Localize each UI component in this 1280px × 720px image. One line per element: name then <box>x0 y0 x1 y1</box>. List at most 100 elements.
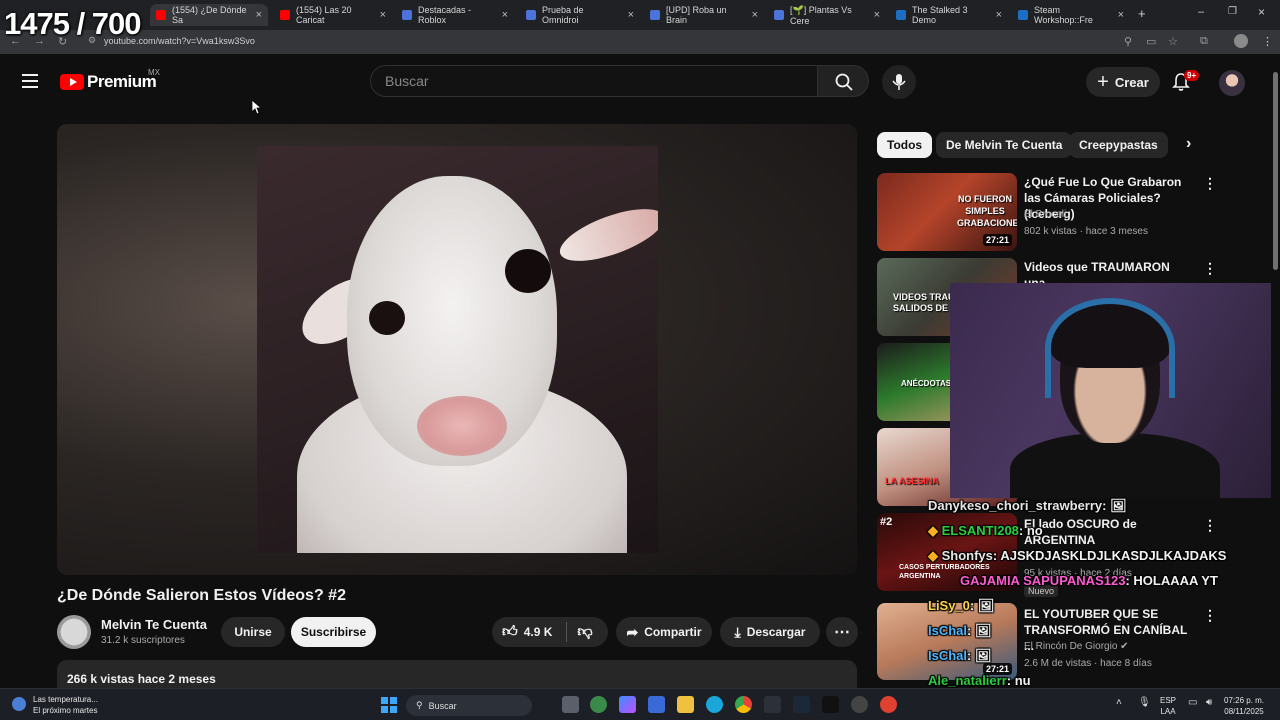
close-tab-icon[interactable]: × <box>256 9 262 21</box>
rec-thumbnail[interactable]: 27:21 <box>877 603 1017 680</box>
weather-line: Las temperatura... <box>33 695 98 704</box>
windows-taskbar: Las temperatura... El próximo martes ⚲ B… <box>0 688 1280 720</box>
copilot-icon[interactable] <box>619 696 636 713</box>
video-player[interactable] <box>57 124 857 575</box>
microphone-icon[interactable]: 🎙︎ <box>1138 697 1151 708</box>
goat-eye <box>505 249 551 293</box>
channel-name[interactable]: Melvin Te Cuenta <box>101 617 207 632</box>
task-view-icon[interactable] <box>562 696 579 713</box>
verified-icon: ✔ <box>1120 641 1129 652</box>
volume-icon[interactable]: 🔊︎ <box>1206 697 1212 708</box>
zoom-icon[interactable]: ⚲ <box>1124 35 1132 48</box>
thumb-text: LA ASESINA <box>885 476 939 486</box>
tab-roblox[interactable]: Destacadas - Roblox × <box>396 4 514 26</box>
tab-current-video[interactable]: (1554) ¿De Dónde Sa × <box>150 4 268 26</box>
close-tab-icon[interactable]: × <box>752 9 758 21</box>
channel-avatar[interactable] <box>57 615 91 649</box>
divider <box>566 622 568 642</box>
thumbs-down-icon[interactable]: 👎︎ <box>577 623 592 641</box>
taskbar-search[interactable]: ⚲ Buscar <box>406 695 532 716</box>
headphones-icon <box>1045 298 1175 398</box>
terminal-icon[interactable] <box>764 696 781 713</box>
app-icon[interactable] <box>590 696 607 713</box>
tab-plantas[interactable]: [🌱] Plantas Vs Cere × <box>768 4 886 26</box>
mouse-cursor-icon <box>252 100 262 115</box>
create-button[interactable]: + Crear <box>1086 67 1160 97</box>
close-tab-icon[interactable]: × <box>628 9 634 21</box>
user-avatar[interactable] <box>1219 70 1245 96</box>
close-tab-icon[interactable]: × <box>1118 9 1124 21</box>
profile-avatar[interactable] <box>1234 34 1248 48</box>
address-bar: ← → ↻ ⚙ youtube.com/watch?v=Vwa1ksw3Svo … <box>0 30 1280 54</box>
close-tab-icon[interactable]: × <box>502 9 508 21</box>
chip-todos[interactable]: Todos <box>877 132 933 158</box>
more-actions-icon[interactable]: ⋯ <box>826 617 858 647</box>
tray-chevron-icon[interactable]: ˄ <box>1116 697 1122 708</box>
maximize-icon[interactable]: ❐ <box>1228 6 1237 17</box>
file-explorer-icon[interactable] <box>677 696 694 713</box>
rec-channel[interactable]: El Rincón De Giorgio ✔ <box>1024 641 1129 652</box>
site-favicon-icon <box>402 10 412 20</box>
rec-meta: 802 k vistas · hace 3 meses <box>1024 226 1148 237</box>
network-icon[interactable]: ▭ <box>1188 697 1197 708</box>
cast-icon[interactable]: ▭ <box>1146 35 1156 48</box>
chat-message: LiSy_0: 🖼 <box>928 598 994 614</box>
thumbs-up-icon[interactable]: 👍︎ <box>502 623 518 641</box>
download-button[interactable]: ⤓ Descargar <box>720 617 820 647</box>
steam-icon[interactable] <box>793 696 810 713</box>
rank-label: #2 <box>880 516 893 528</box>
chrome-icon[interactable] <box>735 696 752 713</box>
search-button[interactable] <box>817 65 869 97</box>
chevron-right-icon[interactable]: › <box>1186 135 1191 153</box>
browser-menu-icon[interactable]: ⋮ <box>1262 35 1273 48</box>
rec-menu-icon[interactable]: ⋮ <box>1203 607 1217 624</box>
weather-icon[interactable] <box>12 697 26 711</box>
weather-line: El próximo martes <box>33 706 98 715</box>
join-button[interactable]: Unirse <box>221 617 285 647</box>
close-tab-icon[interactable]: × <box>380 9 386 21</box>
close-tab-icon[interactable]: × <box>996 9 1002 21</box>
bookmark-star-icon[interactable]: ☆ <box>1168 35 1178 48</box>
store-icon[interactable] <box>648 696 665 713</box>
tab-label: [UPD] Roba un Brain <box>666 5 727 25</box>
scrollbar-thumb[interactable] <box>1273 72 1278 270</box>
rec-channel[interactable]: El Brocoli <box>1024 209 1066 220</box>
search-input[interactable] <box>385 66 805 96</box>
app-icon[interactable] <box>822 696 839 713</box>
new-tab-icon[interactable]: + <box>1138 6 1146 21</box>
rec-menu-icon[interactable]: ⋮ <box>1203 260 1217 277</box>
chat-message: Ale_natalierr: nu <box>928 673 1031 688</box>
chip-creepypastas[interactable]: Creepypastas <box>1069 132 1168 158</box>
clock[interactable]: 07:26 p. m. 08/11/2025 <box>1224 695 1264 717</box>
rec-thumbnail[interactable]: NO FUERON SIMPLES GRABACIONES 27:21 <box>877 173 1017 251</box>
tab-stalked[interactable]: The Stalked 3 Demo × <box>890 4 1008 26</box>
chip-channel[interactable]: De Melvin Te Cuenta <box>936 132 1073 158</box>
minimize-icon[interactable]: – <box>1198 6 1204 18</box>
like-count[interactable]: 4.9 K <box>524 625 553 639</box>
chat-message: ◆ ELSANTI208: no <box>928 523 1043 539</box>
tab-workshop[interactable]: Steam Workshop::Fre × <box>1012 4 1130 26</box>
rec-menu-icon[interactable]: ⋮ <box>1203 517 1217 534</box>
tab-omnidroid[interactable]: Prueba de Omnidroi × <box>520 4 640 26</box>
share-button[interactable]: ➦ Compartir <box>616 617 712 647</box>
close-window-icon[interactable]: × <box>1258 5 1265 19</box>
voice-search-button[interactable] <box>882 65 916 99</box>
hamburger-menu-icon[interactable] <box>22 74 38 88</box>
chat-user: LiSy_0 <box>928 598 970 613</box>
goat-eye <box>369 301 405 335</box>
rec-title[interactable]: El lado OSCURO de ARGENTINA <box>1024 516 1194 548</box>
app-icon[interactable] <box>851 696 868 713</box>
close-tab-icon[interactable]: × <box>874 9 880 21</box>
windows-start-icon[interactable] <box>381 697 397 713</box>
weather-widget[interactable]: Las temperatura... El próximo martes <box>33 694 98 716</box>
extensions-icon[interactable]: ⧉ <box>1200 35 1208 48</box>
logo-text[interactable]: Premium <box>87 72 157 92</box>
youtube-favicon-icon <box>280 10 290 20</box>
edge-icon[interactable] <box>706 696 723 713</box>
rec-menu-icon[interactable]: ⋮ <box>1203 175 1217 192</box>
tab-caricaturas[interactable]: (1554) Las 20 Caricat × <box>274 4 392 26</box>
subscribe-button[interactable]: Suscribirse <box>291 617 376 647</box>
tab-brain[interactable]: [UPD] Roba un Brain × <box>644 4 764 26</box>
language-indicator[interactable]: ESP LAA <box>1160 695 1176 717</box>
app-icon[interactable] <box>880 696 897 713</box>
